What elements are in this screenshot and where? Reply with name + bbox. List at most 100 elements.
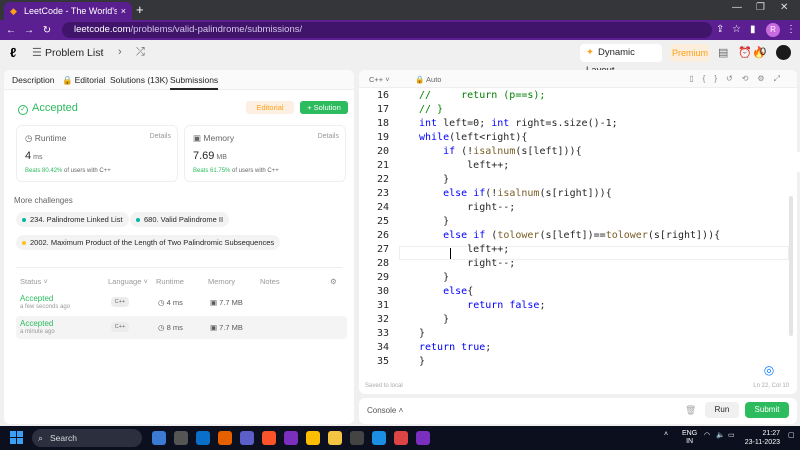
windows-start-icon[interactable]: [10, 431, 24, 445]
editor-scrollbar[interactable]: [789, 196, 793, 336]
tab-solutions[interactable]: Solutions (13K): [110, 75, 168, 85]
clock-time: 21:27: [762, 430, 780, 437]
file-explorer-icon[interactable]: [328, 431, 342, 445]
code-line: }: [419, 272, 450, 283]
side-panel-icon[interactable]: ▮: [750, 24, 756, 35]
input-language[interactable]: ENG IN: [682, 430, 697, 446]
reload-icon[interactable]: ↻: [40, 25, 54, 36]
tab-description[interactable]: Description: [12, 75, 55, 85]
code-editor[interactable]: C++ ˅ 🔒 Auto ▯{}↺⟲⚙⤢ 16 17 18 19 20 21 22 23 24 2…: [359, 70, 797, 394]
problem-list-link[interactable]: Problem List: [45, 47, 103, 59]
show-hidden-icons[interactable]: ˄: [664, 431, 668, 438]
menu-kebab-icon[interactable]: ⋮: [786, 24, 796, 35]
runtime-label: ◷ Runtime: [25, 133, 67, 143]
edge-icon[interactable]: [372, 431, 386, 445]
auto-mode-toggle[interactable]: 🔒 Auto: [415, 75, 441, 84]
user-avatar[interactable]: [776, 45, 791, 60]
row-time: a minute ago: [20, 329, 55, 335]
vscode-icon[interactable]: [196, 431, 210, 445]
editorial-button[interactable]: Editorial: [246, 101, 294, 114]
firefox-icon[interactable]: [218, 431, 232, 445]
premium-button[interactable]: Premium: [670, 44, 710, 62]
profile-avatar[interactable]: R: [766, 23, 780, 37]
volume-icon[interactable]: 🔈: [716, 431, 725, 439]
runtime-details-link[interactable]: Details: [150, 133, 171, 140]
alarm-icon[interactable]: ⏰: [738, 46, 752, 59]
tab-submissions[interactable]: Submissions: [170, 75, 219, 90]
row-status[interactable]: Accepted: [20, 294, 53, 303]
chip-icon: ▣: [210, 323, 220, 332]
tab-editorial[interactable]: 🔒 Editorial: [62, 75, 105, 86]
minimize-icon[interactable]: —: [732, 2, 742, 13]
chrome-profile-icon[interactable]: [416, 431, 430, 445]
lock-icon: 🔒: [62, 75, 73, 85]
left-tabs: Description 🔒 Editorial Solutions (13K) S…: [4, 70, 354, 90]
forward-icon[interactable]: →: [22, 25, 36, 36]
bookmark-star-icon[interactable]: ☆: [732, 24, 741, 35]
battery-icon[interactable]: ▭: [728, 431, 735, 439]
teams-2-icon[interactable]: [284, 431, 298, 445]
row-status[interactable]: Accepted: [20, 319, 53, 328]
editor-tools[interactable]: ▯{}↺⟲⚙⤢: [689, 74, 789, 84]
code-line: if (!isalnum(s[left])){: [443, 146, 582, 157]
result-label: Accepted: [32, 102, 78, 114]
status-column-header[interactable]: Status ˅: [20, 277, 48, 286]
next-problem-icon[interactable]: ›: [118, 46, 122, 58]
wifi-icon[interactable]: ◠: [704, 431, 710, 439]
shuffle-icon[interactable]: ⤮: [136, 46, 145, 59]
settings-gear-icon[interactable]: ⚙: [330, 277, 337, 286]
notifications-icon[interactable]: ▢: [788, 431, 795, 439]
window-close-icon[interactable]: ✕: [780, 2, 788, 13]
memory-card: ▣ Memory Details 7.69 MB Beats 61.75% of …: [184, 125, 346, 182]
table-row[interactable]: Accepted a minute ago C++ ◷ 8 ms ▣ 7.7 M…: [16, 316, 347, 339]
runtime-column-header: Runtime: [156, 277, 184, 286]
share-icon[interactable]: ⇪: [716, 24, 724, 35]
trash-icon[interactable]: 🗑: [685, 405, 696, 416]
run-button[interactable]: Run: [705, 402, 739, 418]
language-column-header[interactable]: Language ˅: [108, 277, 148, 286]
dynamic-layout-button[interactable]: ✦Dynamic Layout: [580, 44, 662, 76]
maximize-icon[interactable]: ❐: [756, 2, 765, 13]
back-icon[interactable]: ←: [4, 25, 18, 36]
challenge-chip[interactable]: 2002. Maximum Product of the Length of T…: [16, 235, 281, 250]
language-select[interactable]: C++ ˅: [369, 75, 390, 84]
sparkle-icon: ✦: [586, 47, 594, 58]
widgets-icon[interactable]: [174, 431, 188, 445]
prev-problem-icon[interactable]: ‹: [100, 46, 104, 58]
submit-button[interactable]: Submit: [745, 402, 789, 418]
line-number: 30: [376, 286, 389, 297]
taskbar-search[interactable]: ⌕ Search: [32, 429, 142, 447]
code-line: right--;: [419, 202, 516, 213]
solution-button[interactable]: + Solution: [300, 101, 348, 114]
divider: [16, 267, 342, 268]
browser-tab[interactable]: ◆ LeetCode - The World's Leading ×: [4, 2, 132, 20]
code-line: while(left<right){: [419, 132, 528, 143]
brave-icon[interactable]: [262, 431, 276, 445]
memory-details-link[interactable]: Details: [318, 133, 339, 140]
runtime-beats: Beats 80.42% of users with C++: [25, 168, 111, 174]
chrome-icon[interactable]: [306, 431, 320, 445]
chat-bubble-icon[interactable]: ◎: [761, 362, 777, 378]
sidebar-toggle[interactable]: [788, 152, 800, 172]
row-memory: ▣ 7.7 MB: [210, 298, 243, 307]
table-row[interactable]: Accepted a few seconds ago C++ ◷ 4 ms ▣ …: [16, 291, 347, 314]
address-bar: ← → ↻ leetcode.com/problems/valid-palind…: [0, 20, 800, 40]
close-tab-icon[interactable]: ×: [121, 6, 126, 16]
browser-tab-strip: ◆ LeetCode - The World's Leading × + — ❐…: [0, 0, 800, 20]
url-host: leetcode.com: [74, 24, 131, 35]
teams-icon[interactable]: [240, 431, 254, 445]
new-tab-button[interactable]: +: [136, 3, 144, 17]
chip-icon: ▣: [193, 133, 204, 143]
code-line: }: [419, 174, 450, 185]
media-player-icon[interactable]: [350, 431, 364, 445]
notes-icon[interactable]: ▤: [718, 46, 728, 59]
console-toggle[interactable]: Console ˄: [367, 406, 403, 415]
challenge-chip[interactable]: 680. Valid Palindrome II: [130, 212, 230, 227]
taskbar-clock[interactable]: 21:27 23-11-2023: [738, 429, 780, 447]
url-field[interactable]: leetcode.com/problems/valid-palindrome/s…: [62, 22, 712, 38]
acrobat-icon[interactable]: [394, 431, 408, 445]
task-view-icon[interactable]: [152, 431, 166, 445]
line-number: 22: [376, 174, 389, 185]
challenge-chip[interactable]: 234. Palindrome Linked List: [16, 212, 129, 227]
leetcode-logo-icon[interactable]: ℓ: [10, 46, 22, 60]
